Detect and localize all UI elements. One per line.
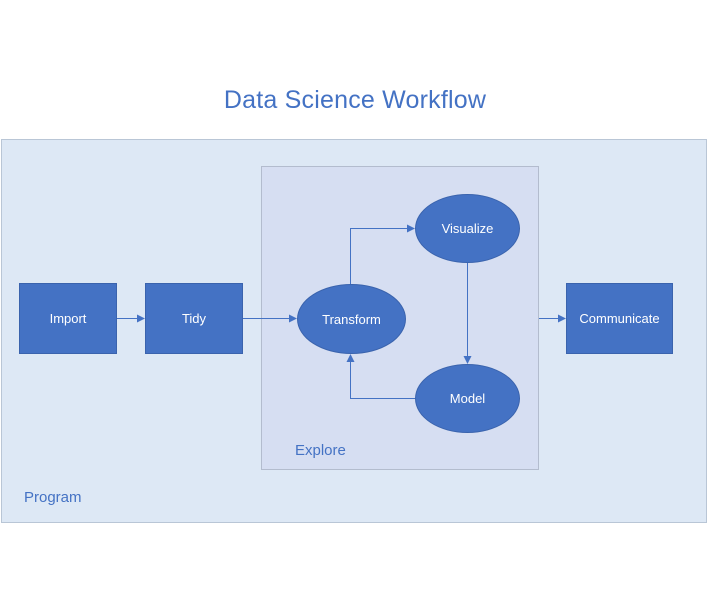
node-import: Import [19,283,117,354]
node-visualize: Visualize [415,194,520,263]
diagram-title: Data Science Workflow [223,86,487,114]
node-transform: Transform [297,284,406,354]
node-tidy: Tidy [145,283,243,354]
node-model: Model [415,364,520,433]
program-label: Program [24,489,82,506]
explore-label: Explore [295,442,346,459]
node-communicate: Communicate [566,283,673,354]
